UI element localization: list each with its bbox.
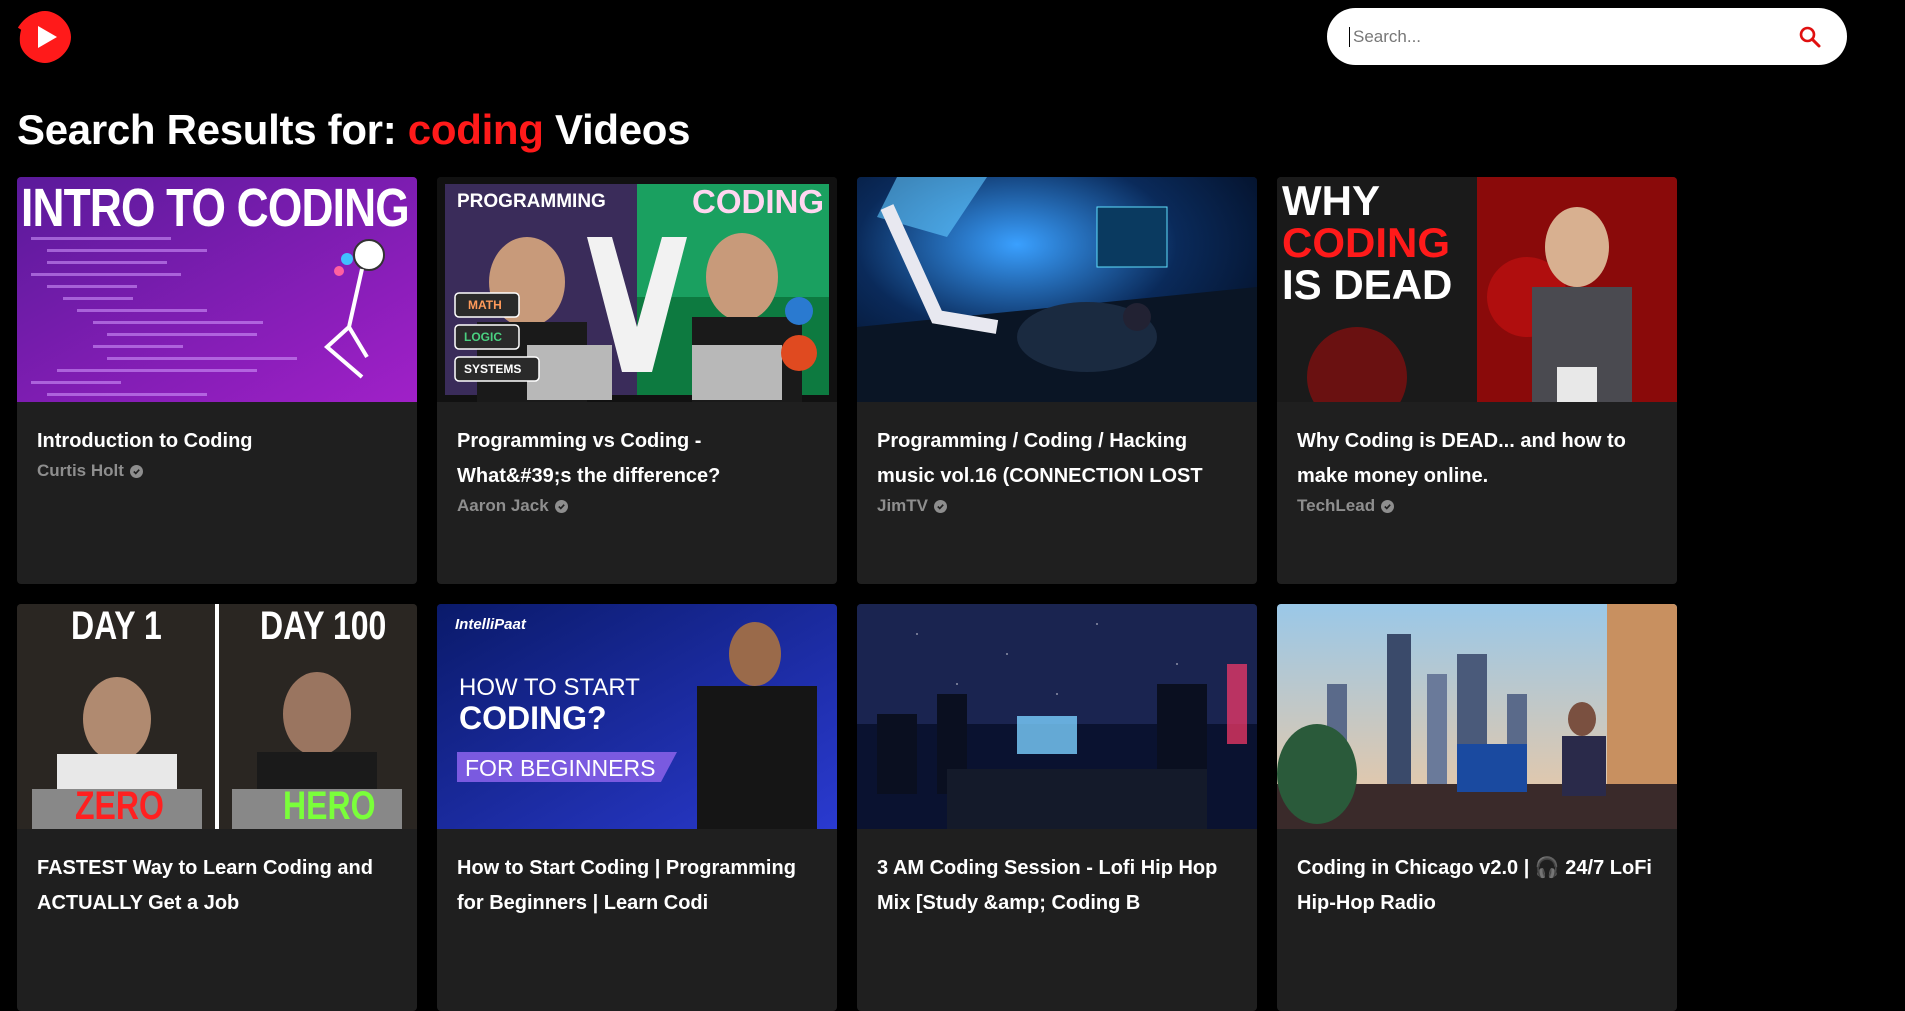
video-thumbnail[interactable] — [857, 604, 1257, 829]
thumbnail-caption: CODING — [692, 183, 824, 220]
video-thumbnail[interactable] — [857, 177, 1257, 402]
channel-name[interactable]: Aaron Jack — [457, 496, 549, 516]
thumbnail-caption: IS DEAD — [1282, 261, 1453, 308]
video-thumbnail[interactable]: IntelliPaat HOW TO START CODING? FOR BEG… — [437, 604, 837, 829]
channel-name[interactable]: Curtis Holt — [37, 461, 124, 481]
thumbnail-caption: IntelliPaat — [455, 616, 526, 633]
video-thumbnail[interactable]: PROGRAMMING CODING VS MATH LOGIC SYSTEMS — [437, 177, 837, 402]
video-card[interactable]: INTRO TO CODING Introduction to Coding C… — [17, 177, 417, 584]
channel-name[interactable]: TechLead — [1297, 496, 1375, 516]
channel-row: Aaron Jack — [457, 496, 817, 516]
thumbnail-caption: DAY 100 — [260, 604, 387, 648]
thumbnail-caption: FOR BEGINNERS — [465, 755, 656, 781]
title-suffix: Videos — [543, 106, 691, 153]
video-card[interactable]: Programming / Coding / Hacking music vol… — [857, 177, 1257, 584]
video-grid: INTRO TO CODING Introduction to Coding C… — [17, 177, 1677, 1011]
thumbnail-caption: WHY — [1282, 177, 1380, 224]
thumbnail-caption: CODING — [1282, 219, 1450, 266]
video-card[interactable]: Coding in Chicago v2.0 | 🎧 24/7 LoFi Hip… — [1277, 604, 1677, 1011]
video-title[interactable]: Coding in Chicago v2.0 | 🎧 24/7 LoFi Hip… — [1297, 851, 1657, 921]
video-thumbnail[interactable]: INTRO TO CODING — [17, 177, 417, 402]
video-title[interactable]: 3 AM Coding Session - Lofi Hip Hop Mix [… — [877, 851, 1237, 921]
channel-name[interactable]: JimTV — [877, 496, 928, 516]
search-bar — [1327, 8, 1847, 65]
text-caret — [1349, 26, 1350, 47]
thumbnail-caption: DAY 1 — [71, 604, 162, 648]
channel-row: TechLead — [1297, 496, 1657, 516]
verified-check-icon — [1381, 499, 1395, 513]
verified-check-icon — [554, 499, 568, 513]
thumbnail-caption: HERO — [283, 784, 376, 828]
thumbnail-caption: CODING? — [459, 700, 607, 736]
search-icon — [1799, 26, 1821, 47]
video-card[interactable]: WHY CODING IS DEAD Why Coding is DEAD...… — [1277, 177, 1677, 584]
thumbnail-caption: PROGRAMMING — [457, 191, 606, 212]
thumbnail-caption: INTRO TO CODING — [21, 178, 410, 238]
video-card[interactable]: DAY 1 DAY 100 ZERO HERO FASTEST Way to L… — [17, 604, 417, 1011]
video-card[interactable]: IntelliPaat HOW TO START CODING? FOR BEG… — [437, 604, 837, 1011]
verified-check-icon — [934, 499, 948, 513]
video-title[interactable]: Programming / Coding / Hacking music vol… — [877, 424, 1237, 494]
play-logo-icon[interactable] — [17, 9, 73, 65]
video-thumbnail[interactable]: WHY CODING IS DEAD — [1277, 177, 1677, 402]
thumbnail-caption: SYSTEMS — [464, 362, 522, 376]
thumbnail-caption: ZERO — [75, 784, 164, 828]
verified-check-icon — [129, 464, 143, 478]
video-title[interactable]: Why Coding is DEAD... and how to make mo… — [1297, 424, 1657, 494]
page-title: Search Results for: coding Videos — [17, 104, 690, 156]
top-bar — [0, 0, 1905, 74]
video-thumbnail[interactable] — [1277, 604, 1677, 829]
thumbnail-caption: MATH — [468, 298, 502, 312]
title-prefix: Search Results for: — [17, 106, 408, 153]
channel-row: Curtis Holt — [37, 461, 397, 481]
search-query: coding — [407, 106, 544, 153]
video-title[interactable]: Programming vs Coding - What&#39;s the d… — [457, 424, 817, 494]
video-title[interactable]: Introduction to Coding — [37, 424, 397, 459]
video-thumbnail[interactable]: DAY 1 DAY 100 ZERO HERO — [17, 604, 417, 829]
video-card[interactable]: 3 AM Coding Session - Lofi Hip Hop Mix [… — [857, 604, 1257, 1011]
search-input[interactable] — [1351, 25, 1795, 48]
video-title[interactable]: How to Start Coding | Programming for Be… — [457, 851, 817, 921]
thumbnail-caption: HOW TO START — [459, 674, 640, 701]
video-title[interactable]: FASTEST Way to Learn Coding and ACTUALLY… — [37, 851, 397, 921]
video-card[interactable]: PROGRAMMING CODING VS MATH LOGIC SYSTEMS… — [437, 177, 837, 584]
thumbnail-caption: LOGIC — [464, 330, 502, 344]
channel-row: JimTV — [877, 496, 1237, 516]
search-button[interactable] — [1795, 22, 1825, 52]
